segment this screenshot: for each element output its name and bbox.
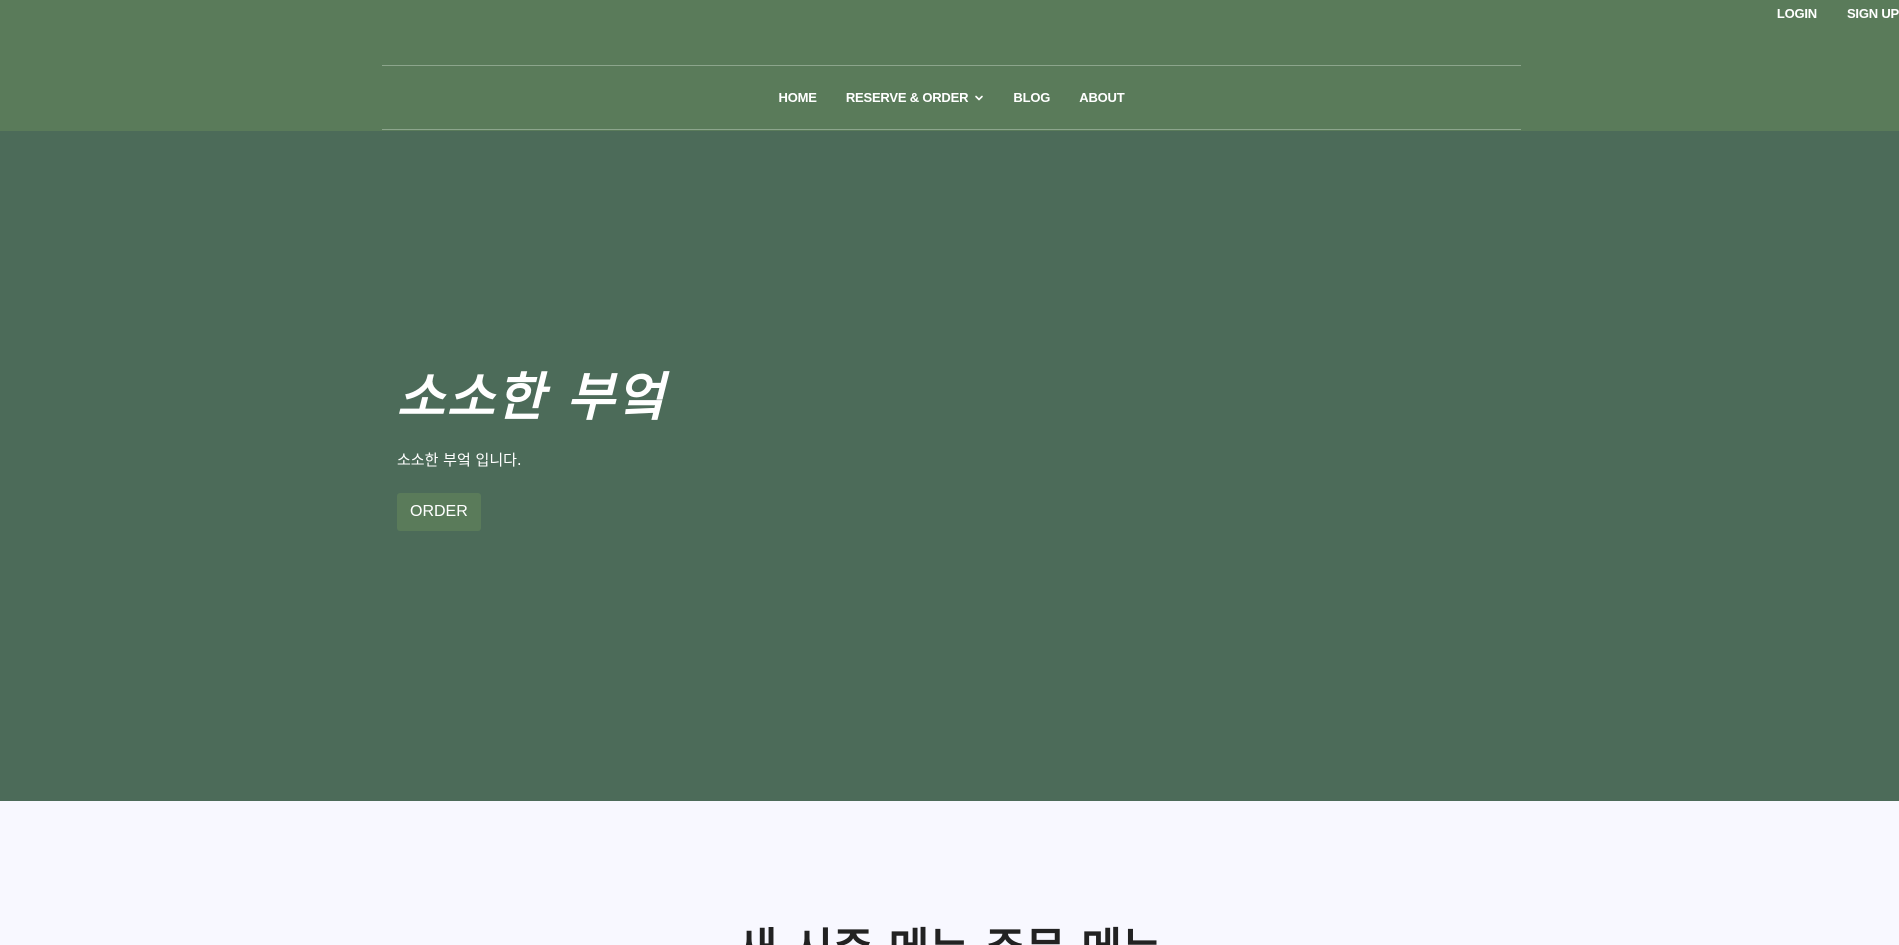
login-link[interactable]: LOGIN: [1777, 6, 1817, 21]
hero-content: 소소한 부엌 소소한 부엌 입니다. ORDER: [397, 366, 666, 531]
nav-item-reserve-order[interactable]: RESERVE & ORDER: [846, 89, 984, 107]
order-button[interactable]: ORDER: [397, 493, 481, 531]
main-nav: HOME RESERVE & ORDER BLOG ABOUT: [382, 65, 1521, 130]
hero-section: 소소한 부엌 소소한 부엌 입니다. ORDER: [0, 131, 1899, 801]
nav-item-home[interactable]: HOME: [779, 89, 817, 107]
nav-item-about[interactable]: ABOUT: [1079, 89, 1124, 107]
hero-subtitle: 소소한 부엌 입니다.: [397, 451, 522, 469]
site-header: LOGIN SIGN UP HOME RESERVE & ORDER BLOG …: [0, 0, 1899, 131]
nav-items: HOME RESERVE & ORDER BLOG ABOUT: [382, 89, 1521, 107]
section-heading: 새 시즌 메뉴 주문 메뉴: [0, 922, 1899, 945]
menu-section: 새 시즌 메뉴 주문 메뉴: [0, 801, 1899, 945]
signup-link[interactable]: SIGN UP: [1847, 6, 1899, 21]
nav-item-reserve-order-label: RESERVE & ORDER: [845, 90, 969, 105]
chevron-down-icon: [975, 95, 984, 101]
hero-title: 소소한 부엌: [397, 368, 667, 428]
nav-item-blog[interactable]: BLOG: [1013, 89, 1050, 107]
